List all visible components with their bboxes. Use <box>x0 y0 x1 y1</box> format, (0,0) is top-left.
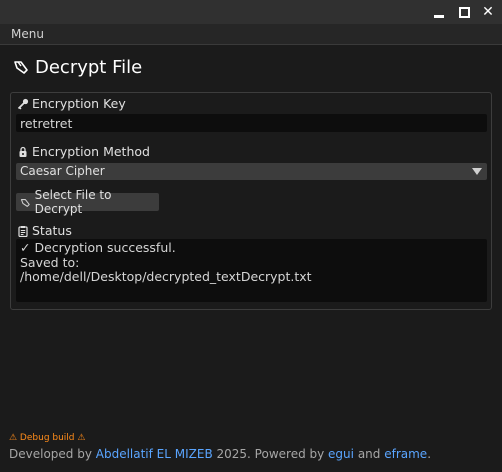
encryption-method-select[interactable]: Caesar Cipher <box>16 163 487 180</box>
encryption-method-label-text: Encryption Method <box>32 144 150 159</box>
title-bar: ✕ <box>0 0 502 24</box>
key-icon <box>17 98 29 109</box>
encryption-key-input[interactable]: retretret <box>16 114 487 132</box>
close-icon: ✕ <box>482 4 494 20</box>
status-label-text: Status <box>32 223 72 238</box>
hand-pointing-icon <box>14 61 28 74</box>
egui-link[interactable]: egui <box>328 447 354 461</box>
footer-year-powered: 2025. Powered by <box>212 447 329 461</box>
minimize-icon <box>434 14 444 18</box>
select-file-button[interactable]: Select File to Decrypt <box>16 188 159 216</box>
encryption-method-value: Caesar Cipher <box>20 164 105 178</box>
footer-and: and <box>354 447 385 461</box>
lock-icon <box>19 146 27 157</box>
menu-button[interactable]: Menu <box>11 27 44 41</box>
debug-build-warning: ⚠ Debug build ⚠ <box>9 433 86 443</box>
page-title: Decrypt File <box>12 56 142 78</box>
encryption-key-label: Encryption Key <box>17 96 126 111</box>
minimize-button[interactable] <box>432 5 446 19</box>
select-file-button-label: Select File to Decrypt <box>34 188 112 216</box>
clipboard-icon <box>18 225 28 237</box>
encryption-method-label: Encryption Method <box>17 144 150 159</box>
maximize-button[interactable] <box>457 5 471 19</box>
eframe-link[interactable]: eframe <box>384 447 427 461</box>
footer-period: . <box>427 447 432 461</box>
status-label: Status <box>17 223 72 238</box>
hand-pointing-icon <box>20 198 30 207</box>
maximize-icon <box>458 6 470 18</box>
menu-bar: Menu <box>0 24 502 45</box>
status-output[interactable]: ✓ Decryption successful. Saved to: /home… <box>16 239 487 302</box>
footer-developed-by: Developed by <box>9 447 96 461</box>
author-link[interactable]: Abdellatif EL MIZEB <box>96 447 213 461</box>
footer-credits: Developed by Abdellatif EL MIZEB 2025. P… <box>9 447 431 461</box>
encryption-key-label-text: Encryption Key <box>32 96 126 111</box>
page-title-text: Decrypt File <box>35 56 143 78</box>
close-button[interactable]: ✕ <box>481 5 495 19</box>
dropdown-caret-icon <box>472 168 482 175</box>
